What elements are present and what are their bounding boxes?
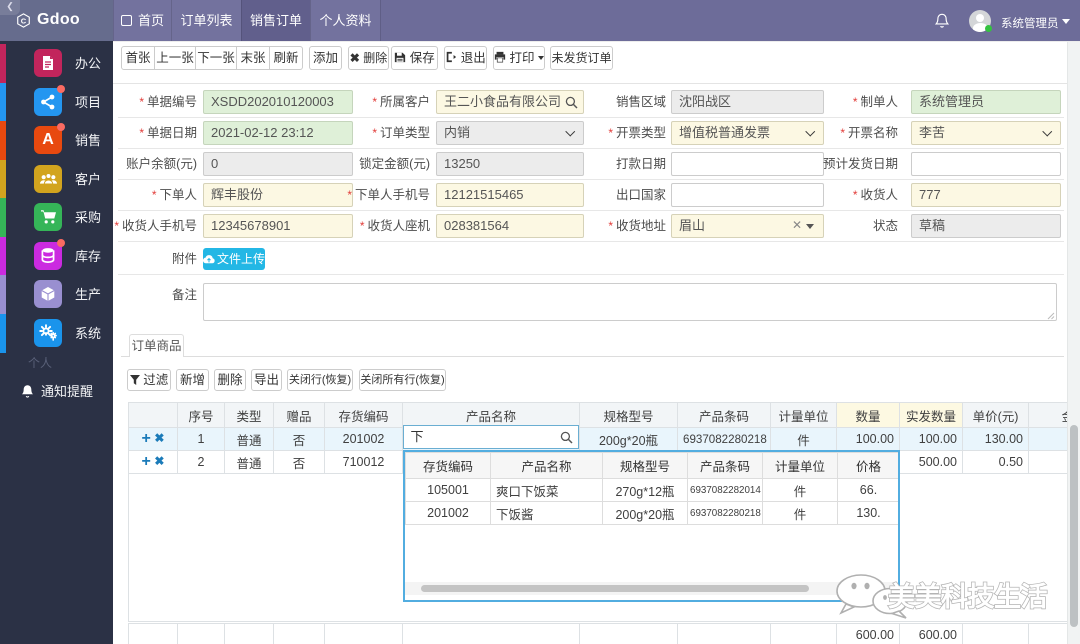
svg-text:美美科技生活: 美美科技生活 (888, 581, 1047, 612)
svg-text:C: C (21, 16, 27, 25)
